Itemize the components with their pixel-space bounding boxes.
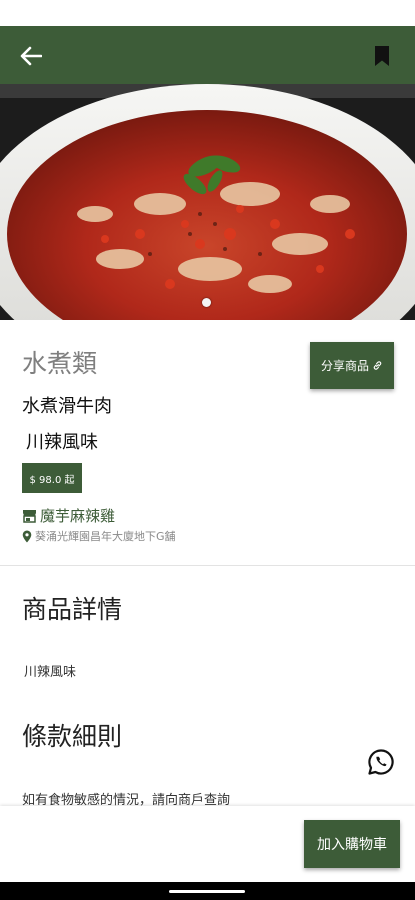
- system-nav-bar: [0, 882, 415, 900]
- arrow-left-icon: [20, 46, 42, 66]
- bookmark-button[interactable]: [371, 42, 393, 70]
- home-indicator[interactable]: [169, 890, 245, 893]
- product-category: 水煮類: [22, 349, 98, 378]
- store-icon: [23, 509, 36, 523]
- status-bar: [0, 0, 415, 26]
- store-address-text: 葵涌光輝園昌年大廈地下G舖: [35, 530, 176, 543]
- store-name: 魔芋麻辣雞: [40, 507, 116, 525]
- product-flavor: 川辣風味: [26, 432, 98, 453]
- whatsapp-button[interactable]: [367, 748, 395, 776]
- details-text: 川辣風味: [24, 665, 77, 680]
- add-to-cart-button[interactable]: 加入購物車: [304, 820, 400, 868]
- section-divider: [0, 565, 415, 566]
- terms-heading: 條款細則: [22, 722, 123, 751]
- product-image-carousel[interactable]: [0, 84, 415, 320]
- product-name: 水煮滑牛肉: [22, 396, 112, 417]
- share-label: 分享商品: [320, 359, 369, 373]
- link-icon: [373, 361, 382, 370]
- share-product-button[interactable]: 分享商品: [310, 342, 394, 389]
- back-button[interactable]: [16, 42, 46, 70]
- carousel-indicator-dot[interactable]: [202, 298, 211, 307]
- bookmark-icon: [375, 46, 389, 66]
- details-heading: 商品詳情: [22, 595, 123, 624]
- product-image: [0, 84, 415, 320]
- store-address[interactable]: 葵涌光輝園昌年大廈地下G舖: [22, 528, 176, 544]
- app-bar: [0, 26, 415, 84]
- store-link[interactable]: 魔芋麻辣雞: [22, 505, 115, 526]
- location-pin-icon: [22, 530, 32, 542]
- price-badge: $ 98.0 起: [22, 463, 82, 493]
- whatsapp-icon: [368, 749, 394, 775]
- bottom-action-bar: 加入購物車: [0, 806, 415, 882]
